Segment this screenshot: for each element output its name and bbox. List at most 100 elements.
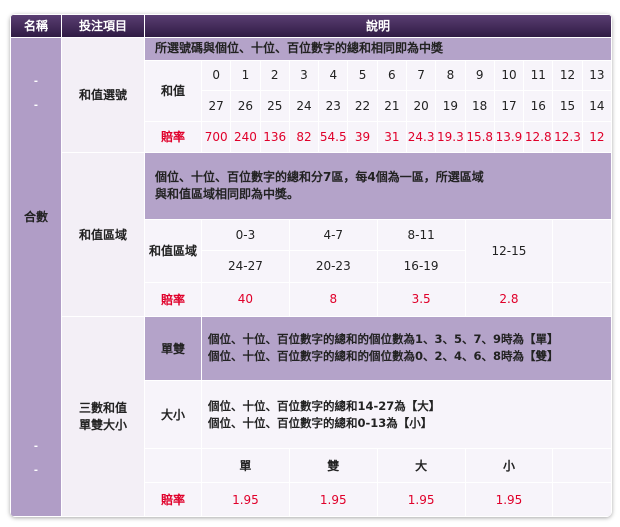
odds-value: 12 xyxy=(582,121,611,153)
sum-value: 27 xyxy=(202,91,231,121)
odds-value: 700 xyxy=(202,121,231,153)
sum-value: 12 xyxy=(553,60,582,91)
odds-value: 12.8 xyxy=(524,121,553,153)
odd-even-description: 個位、十位、百位數字的總和的個位數為1、3、5、7、9時為【單】 個位、十位、百… xyxy=(202,316,611,380)
sum-value: 16 xyxy=(524,91,553,121)
sum-value: 10 xyxy=(494,60,524,91)
sum-value: 19 xyxy=(436,91,465,121)
zone-range: 20-23 xyxy=(289,251,377,282)
category-cell: - - 合數 - - xyxy=(11,37,61,516)
item-label-line2: 單雙大小 xyxy=(78,418,127,433)
item-label-line1: 三數和值 xyxy=(78,401,127,416)
odd-even-desc-line2: 個位、十位、百位數字的總和的個位數為0、2、4、6、8時為【雙】 xyxy=(208,349,559,364)
sum-value: 17 xyxy=(494,91,524,121)
odds-table: 名稱 投注項目 說明 - - 合數 - - 和值選號 所選號碼與個位、十位、百位… xyxy=(10,14,612,517)
zone-range: 12-15 xyxy=(465,219,553,282)
sum-value: 7 xyxy=(406,60,436,91)
odds-value: 1.95 xyxy=(202,483,289,516)
sum-label: 和值 xyxy=(145,60,201,121)
side-mark: - xyxy=(33,76,39,88)
sum-value: 18 xyxy=(465,91,494,121)
sum-zone-description-line1: 個位、十位、百位數字的總和分7區，每4個為一區，所選區域 xyxy=(155,169,484,184)
sum-zone-description: 個位、十位、百位數字的總和分7區，每4個為一區，所選區域 與和值區域相同即為中獎… xyxy=(145,153,611,219)
sum-value: 8 xyxy=(436,60,465,91)
option-empty xyxy=(553,449,611,483)
item-sum-zone: 和值區域 xyxy=(62,153,144,316)
odds-value: 15.8 xyxy=(465,121,494,153)
zone-range: 4-7 xyxy=(289,219,377,251)
odds-value: 3.5 xyxy=(377,282,465,316)
sum-value: 23 xyxy=(319,91,348,121)
sum-select-description: 所選號碼與個位、十位、百位數字的總和相同即為中獎 xyxy=(145,37,611,60)
header-name: 名稱 xyxy=(11,15,61,37)
sum-value: 25 xyxy=(260,91,289,121)
sum-zone-description-line2: 與和值區域相同即為中獎。 xyxy=(155,186,300,201)
option-label: 雙 xyxy=(289,449,377,483)
sum-value: 6 xyxy=(377,60,406,91)
zone-range: 8-11 xyxy=(377,219,465,251)
odds-label: 賠率 xyxy=(145,282,201,316)
sum-value: 4 xyxy=(319,60,348,91)
item-sum-select: 和值選號 xyxy=(62,37,144,153)
odds-value: 31 xyxy=(377,121,406,153)
zone-empty xyxy=(553,282,611,316)
odds-value: 40 xyxy=(202,282,289,316)
zone-empty xyxy=(553,219,611,282)
big-small-description: 個位、十位、百位數字的總和14-27為【大】 個位、十位、百位數字的總和0-13… xyxy=(202,380,611,449)
big-small-desc-line1: 個位、十位、百位數字的總和14-27為【大】 xyxy=(208,398,441,413)
odds-value: 12.3 xyxy=(553,121,582,153)
odds-value: 1.95 xyxy=(465,483,553,516)
odd-even-label: 單雙 xyxy=(145,316,201,380)
odds-value: 240 xyxy=(231,121,260,153)
sum-value: 26 xyxy=(231,91,260,121)
sum-value: 15 xyxy=(553,91,582,121)
side-mark: - xyxy=(33,465,39,477)
side-mark: - xyxy=(33,100,39,112)
sum-value: 21 xyxy=(377,91,406,121)
odds-value: 19.3 xyxy=(436,121,465,153)
odds-value: 13.9 xyxy=(494,121,524,153)
odds-label: 賠率 xyxy=(145,483,201,516)
odds-value: 8 xyxy=(289,282,377,316)
sum-value: 24 xyxy=(289,91,319,121)
sum-value: 5 xyxy=(348,60,377,91)
sum-value: 9 xyxy=(465,60,494,91)
category-label: 合數 xyxy=(23,210,48,225)
odds-value: 82 xyxy=(289,121,319,153)
sum-value: 14 xyxy=(582,91,611,121)
odds-value: 1.95 xyxy=(377,483,465,516)
sum-value: 1 xyxy=(231,60,260,91)
side-mark: - xyxy=(33,441,39,453)
big-small-desc-line2: 個位、十位、百位數字的總和0-13為【小】 xyxy=(208,415,433,430)
sum-value: 22 xyxy=(348,91,377,121)
option-label: 小 xyxy=(465,449,553,483)
sum-value: 20 xyxy=(406,91,436,121)
odds-label: 賠率 xyxy=(145,121,201,153)
table-header: 名稱 投注項目 說明 xyxy=(11,15,611,37)
item-odd-even-big-small: 三數和值 單雙大小 xyxy=(62,316,144,516)
sum-value: 3 xyxy=(289,60,319,91)
zone-range: 16-19 xyxy=(377,251,465,282)
odds-value: 54.5 xyxy=(319,121,348,153)
sum-value: 13 xyxy=(582,60,611,91)
header-item: 投注項目 xyxy=(62,15,144,37)
option-empty xyxy=(553,483,611,516)
header-desc: 說明 xyxy=(145,15,611,37)
odds-value: 24.3 xyxy=(406,121,436,153)
zone-range: 0-3 xyxy=(202,219,289,251)
odds-value: 2.8 xyxy=(465,282,553,316)
sum-value: 2 xyxy=(260,60,289,91)
zone-label: 和值區域 xyxy=(145,219,201,282)
sum-value: 11 xyxy=(524,60,553,91)
odds-value: 136 xyxy=(260,121,289,153)
option-label: 大 xyxy=(377,449,465,483)
sum-value: 0 xyxy=(202,60,231,91)
option-empty xyxy=(145,449,201,483)
odds-value: 39 xyxy=(348,121,377,153)
odds-table-frame: 名稱 投注項目 說明 - - 合數 - - 和值選號 所選號碼與個位、十位、百位… xyxy=(10,14,612,517)
zone-range: 24-27 xyxy=(202,251,289,282)
option-label: 單 xyxy=(202,449,289,483)
big-small-label: 大小 xyxy=(145,380,201,449)
odds-value: 1.95 xyxy=(289,483,377,516)
odd-even-desc-line1: 個位、十位、百位數字的總和的個位數為1、3、5、7、9時為【單】 xyxy=(208,332,559,347)
